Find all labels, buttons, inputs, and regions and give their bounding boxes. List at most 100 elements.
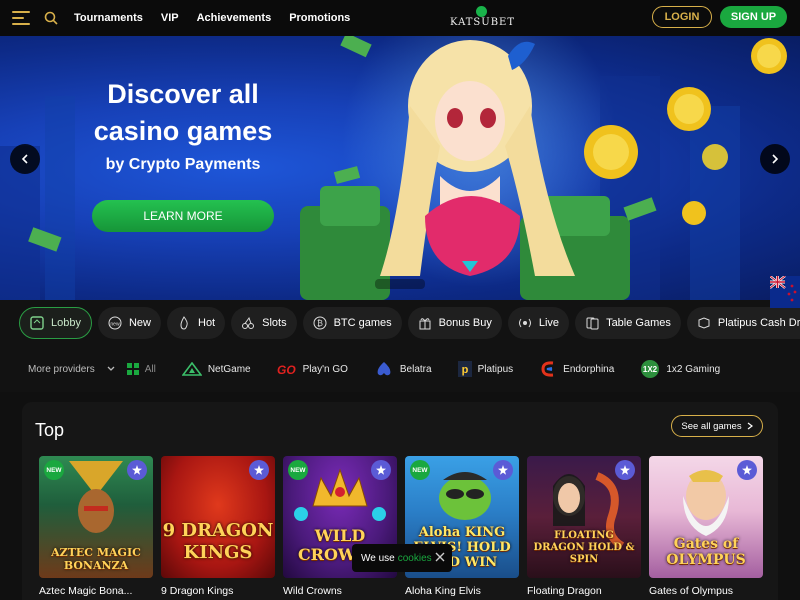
more-providers-dropdown[interactable]: More providers <box>28 364 115 375</box>
provider-all[interactable]: All <box>126 363 156 375</box>
provider-1x2-gaming[interactable]: 1X2 1x2 Gaming <box>640 359 720 379</box>
menu-icon[interactable] <box>12 11 30 25</box>
cookies-link[interactable]: cookies <box>398 553 432 564</box>
cards-icon <box>585 316 599 330</box>
hero-title-line2: casino games <box>93 116 273 146</box>
category-new[interactable]: new New <box>97 307 161 339</box>
nav-achievements[interactable]: Achievements <box>197 12 272 24</box>
carousel-prev-button[interactable] <box>10 144 40 174</box>
chevron-down-icon <box>107 366 115 371</box>
carousel-next-button[interactable] <box>760 144 790 174</box>
gift-icon <box>418 316 432 330</box>
playngo-logo-icon: GO <box>277 363 296 376</box>
cookie-notice: We use cookies <box>352 544 452 572</box>
star-icon[interactable] <box>371 460 391 480</box>
star-icon[interactable] <box>127 460 147 480</box>
see-all-games-button[interactable]: See all games <box>671 415 763 437</box>
category-table-games[interactable]: Table Games <box>575 307 681 339</box>
main-nav: Tournaments VIP Achievements Promotions <box>74 12 350 24</box>
game-name[interactable]: 9 Dragon Kings <box>161 585 275 597</box>
platipus-logo-icon: p <box>457 361 472 377</box>
netgame-logo-icon <box>181 362 202 376</box>
game-card[interactable]: 9 DRAGON KINGS 9 Dragon Kings <box>161 456 275 597</box>
game-thumbnail[interactable]: Gates of OLYMPUS <box>649 456 763 578</box>
katsubet-logo[interactable]: KATSUBET <box>450 6 514 32</box>
game-thumb-title: Gates of OLYMPUS <box>666 536 746 568</box>
game-name[interactable]: Aloha King Elvis <box>405 585 519 597</box>
endorphina-logo-icon <box>541 361 554 377</box>
chevron-left-icon <box>21 154 28 164</box>
game-thumb-title: FLOATING DRAGON HOLD & SPIN <box>533 530 635 565</box>
svg-text:new: new <box>110 322 120 328</box>
game-card[interactable]: Gates of OLYMPUS Gates of Olympus <box>649 456 763 597</box>
bitcoin-icon: ₿ <box>313 316 327 330</box>
chevron-right-icon <box>747 422 753 430</box>
carousel-dots[interactable] <box>375 279 425 289</box>
game-name[interactable]: Aztec Magic Bona... <box>39 585 153 597</box>
provider-playngo[interactable]: GO Play'n GO <box>277 362 348 376</box>
star-icon[interactable] <box>493 460 513 480</box>
new-badge: NEW <box>44 460 64 480</box>
category-bonus-buy[interactable]: Bonus Buy <box>407 307 502 339</box>
search-icon[interactable] <box>44 11 58 25</box>
provider-platipus[interactable]: p Platipus <box>457 361 513 377</box>
providers-bar: More providers All NetGame GO Play'n GO … <box>0 346 800 392</box>
nav-tournaments[interactable]: Tournaments <box>74 12 143 24</box>
provider-label: Endorphina <box>563 363 615 375</box>
category-hot[interactable]: Hot <box>167 307 226 339</box>
page: Tournaments VIP Achievements Promotions … <box>0 0 800 600</box>
svg-text:p: p <box>461 364 468 376</box>
game-card[interactable]: NEW Aloha KING ELVIS! HOLD AND WIN Aloha… <box>405 456 519 597</box>
provider-label: NetGame <box>207 363 251 375</box>
star-icon[interactable] <box>737 460 757 480</box>
game-thumbnail[interactable]: NEW AZTEC MAGIC BONANZA <box>39 456 153 578</box>
game-card[interactable]: NEW AZTEC MAGIC BONANZA Aztec Magic Bona… <box>39 456 153 597</box>
category-label: Table Games <box>606 317 671 329</box>
games-row: NEW AZTEC MAGIC BONANZA Aztec Magic Bona… <box>39 456 763 597</box>
game-thumb-title: AZTEC MAGIC BONANZA <box>51 546 141 572</box>
learn-more-button[interactable]: LEARN MORE <box>92 200 274 232</box>
game-thumbnail[interactable]: FLOATING DRAGON HOLD & SPIN <box>527 456 641 578</box>
category-label: Hot <box>198 317 216 329</box>
signup-button[interactable]: SIGN UP <box>720 6 787 28</box>
game-name[interactable]: Wild Crowns <box>283 585 397 597</box>
nav-promotions[interactable]: Promotions <box>289 12 350 24</box>
live-icon <box>518 316 532 330</box>
close-icon[interactable] <box>434 551 446 563</box>
category-label: Bonus Buy <box>438 317 492 329</box>
chevron-right-icon <box>772 154 779 164</box>
category-lobby[interactable]: Lobby <box>19 307 92 339</box>
logo-dot-icon <box>476 6 487 17</box>
game-name[interactable]: Floating Dragon <box>527 585 641 597</box>
belatra-logo-icon <box>377 362 391 376</box>
hero-title-line1: Discover all <box>107 79 259 109</box>
game-thumbnail[interactable]: 9 DRAGON KINGS <box>161 456 275 578</box>
hero-banner: Discover all casino games by Crypto Paym… <box>0 36 800 300</box>
provider-netgame[interactable]: NetGame <box>181 362 251 376</box>
provider-label: Belatra <box>399 363 432 375</box>
category-label: New <box>128 317 151 329</box>
provider-belatra[interactable]: Belatra <box>374 361 432 377</box>
section-title: Top <box>35 420 65 440</box>
game-name[interactable]: Gates of Olympus <box>649 585 763 597</box>
svg-text:₿: ₿ <box>317 319 323 328</box>
category-btc-games[interactable]: ₿ BTC games <box>302 307 402 339</box>
category-platipus-cash-drop[interactable]: Platipus Cash Drop <box>686 307 800 339</box>
new-badge: NEW <box>410 460 430 480</box>
game-card[interactable]: NEW WILD CROWNS Wild Crowns <box>283 456 397 597</box>
game-thumb-title: 9 DRAGON KINGS <box>162 520 274 563</box>
hero-title: Discover all casino games <box>88 76 278 150</box>
category-slots[interactable]: Slots <box>231 307 297 339</box>
provider-endorphina[interactable]: Endorphina <box>539 360 614 378</box>
language-flag-icon[interactable] <box>769 275 800 308</box>
cookie-text: We use <box>361 552 395 564</box>
nav-vip[interactable]: VIP <box>161 12 179 24</box>
game-card[interactable]: FLOATING DRAGON HOLD & SPIN Floating Dra… <box>527 456 641 597</box>
category-bar: Lobby new New Hot Slots ₿ BTC games Bonu… <box>0 300 800 346</box>
star-icon[interactable] <box>615 460 635 480</box>
star-icon[interactable] <box>249 460 269 480</box>
more-providers-label: More providers <box>28 363 95 375</box>
new-icon: new <box>108 316 122 330</box>
login-button[interactable]: LOGIN <box>652 6 712 28</box>
category-live[interactable]: Live <box>507 307 570 339</box>
